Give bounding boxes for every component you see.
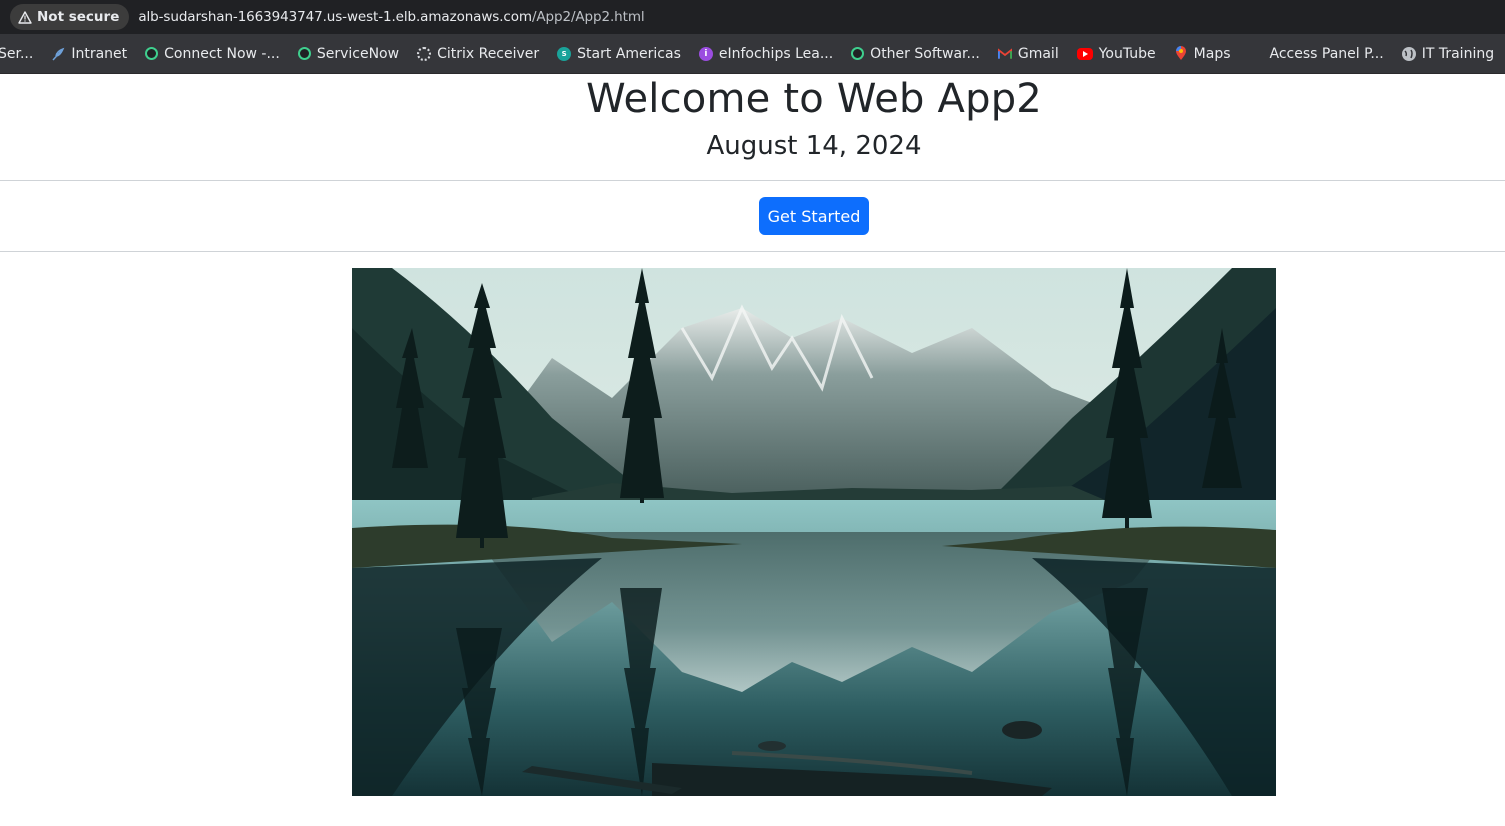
servicenow-icon xyxy=(851,47,865,60)
security-label: Not secure xyxy=(37,9,120,25)
mountain-lake-landscape xyxy=(352,268,1276,796)
feather-icon xyxy=(51,47,65,61)
youtube-icon xyxy=(1076,47,1093,60)
address-bar: Not secure alb-sudarshan-1663943747.us-w… xyxy=(0,0,1505,34)
url-host: alb-sudarshan-1663943747.us-west-1.elb.a… xyxy=(138,9,532,25)
divider xyxy=(0,180,1505,181)
bookmark-citrix-receiver[interactable]: Citrix Receiver xyxy=(408,34,548,73)
page-content: Welcome to Web App2 August 14, 2024 Get … xyxy=(0,74,1505,826)
bookmark-label: Ser... xyxy=(0,45,34,62)
security-chip[interactable]: Not secure xyxy=(10,4,130,30)
bookmark-start-americas[interactable]: S Start Americas xyxy=(548,34,690,73)
bookmark-label: Access Panel P... xyxy=(1269,45,1384,62)
bookmark-gmail[interactable]: Gmail xyxy=(989,34,1068,73)
url-path: /App2/App2.html xyxy=(531,9,645,25)
bookmark-connect-now[interactable]: Connect Now -... xyxy=(136,34,289,73)
bookmark-label: IT Training xyxy=(1421,45,1495,62)
servicenow-icon xyxy=(297,47,311,60)
bookmark-label: YouTube xyxy=(1098,45,1156,62)
bookmark-youtube[interactable]: YouTube xyxy=(1068,34,1165,73)
divider xyxy=(0,251,1505,252)
bookmark-label: Start Americas xyxy=(577,45,681,62)
maps-icon xyxy=(1174,46,1188,61)
einfochips-icon: i xyxy=(698,46,713,61)
citrix-icon xyxy=(417,46,432,61)
bookmark-label: Intranet xyxy=(71,45,128,62)
sharepoint-icon: S xyxy=(557,46,572,61)
bookmark-servicenow[interactable]: ServiceNow xyxy=(289,34,408,73)
bookmark-label: Connect Now -... xyxy=(164,45,280,62)
bookmark-other-software[interactable]: Other Softwar... xyxy=(842,34,989,73)
warning-icon xyxy=(18,10,32,24)
servicenow-icon xyxy=(145,47,159,60)
bookmark-einfochips[interactable]: i eInfochips Lea... xyxy=(690,34,842,73)
microsoft-icon xyxy=(1249,46,1264,61)
bookmark-label: eInfochips Lea... xyxy=(718,45,834,62)
page-title: Welcome to Web App2 xyxy=(586,76,1042,122)
bookmark-label: Gmail xyxy=(1017,45,1059,62)
gmail-icon xyxy=(997,47,1012,61)
hero-image xyxy=(352,268,1276,796)
bookmark-label: ServiceNow xyxy=(316,45,400,62)
bookmark-access-panel[interactable]: Access Panel P... xyxy=(1240,34,1393,73)
bookmark-ser[interactable]: Ser... xyxy=(0,34,42,73)
bookmark-label: Maps xyxy=(1193,45,1231,62)
page-date: August 14, 2024 xyxy=(706,131,922,161)
bookmark-label: Citrix Receiver xyxy=(437,45,540,62)
bookmark-intranet[interactable]: Intranet xyxy=(42,34,136,73)
get-started-button[interactable]: Get Started xyxy=(759,197,869,235)
bookmarks-bar: Ser... Intranet Connect Now -... Service… xyxy=(0,34,1505,74)
url-field[interactable]: alb-sudarshan-1663943747.us-west-1.elb.a… xyxy=(138,9,644,25)
globe-icon xyxy=(1401,46,1416,61)
bookmark-maps[interactable]: Maps xyxy=(1165,34,1240,73)
bookmark-it-training[interactable]: IT Training xyxy=(1393,34,1503,73)
bookmark-label: Other Softwar... xyxy=(870,45,980,62)
